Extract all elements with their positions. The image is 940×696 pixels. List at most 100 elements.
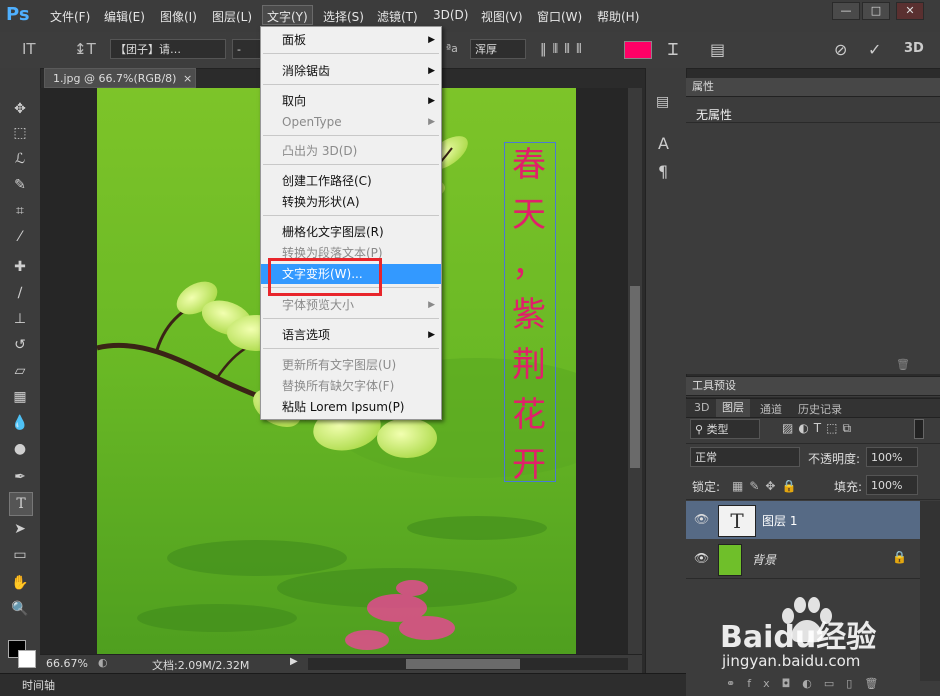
opacity-label: 不透明度: — [808, 452, 861, 466]
minimize-button[interactable]: — — [832, 2, 860, 20]
menu-type[interactable]: 文字(Y) — [262, 5, 313, 25]
tool-presets-tab[interactable]: 工具预设 — [686, 377, 940, 396]
menu-item-paste-lorem-ipsum[interactable]: 粘贴 Lorem Ipsum(P) — [261, 397, 441, 417]
status-info-icon[interactable]: ◐ — [98, 656, 108, 669]
warp-text-icon[interactable]: Ꮖ — [668, 40, 679, 60]
blur-tool-icon[interactable]: 💧 — [9, 412, 31, 434]
tab-channels[interactable]: 通道 — [760, 401, 782, 417]
history-panel-icon[interactable]: ▤ — [656, 94, 669, 110]
crop-tool-icon[interactable]: ⌗ — [9, 200, 31, 222]
lock-icons[interactable]: ▦✎✥🔒 — [732, 479, 802, 493]
move-tool-icon[interactable]: ✥ — [9, 98, 31, 120]
character-panel-icon[interactable]: ▤ — [710, 40, 725, 59]
photoshop-logo: Ps — [6, 4, 30, 25]
menu-edit[interactable]: 编辑(E) — [104, 8, 145, 25]
divider — [686, 499, 940, 500]
menu-item-font-preview-size[interactable]: 字体预览大小 ▶ — [261, 295, 441, 315]
gradient-tool-icon[interactable]: ▦ — [9, 386, 31, 408]
pen-tool-icon[interactable]: ✒ — [9, 466, 31, 488]
background-color-swatch[interactable] — [18, 650, 36, 668]
menu-file[interactable]: 文件(F) — [50, 8, 90, 25]
toggle-orientation-icon[interactable]: ↨T — [74, 40, 96, 58]
menu-item-replace-missing-fonts[interactable]: 替换所有缺欠字体(F) — [261, 376, 441, 396]
zoom-level[interactable]: 66.67% — [46, 657, 88, 670]
hand-tool-icon[interactable]: ✋ — [9, 572, 31, 594]
menu-select[interactable]: 选择(S) — [323, 8, 364, 25]
tools-panel: ✥ ⬚ ℒ ✎ ⌗ ⁄ ✚ ∕ ⊥ ↺ ▱ ▦ 💧 ● ✒ T ➤ ▭ ✋ 🔍 … — [0, 68, 41, 695]
filter-toggle[interactable] — [914, 419, 924, 439]
blend-mode-select[interactable]: 正常 — [690, 447, 800, 467]
brush-tool-icon[interactable]: ∕ — [9, 282, 31, 304]
menu-layer[interactable]: 图层(L) — [212, 8, 252, 25]
menu-item-antialias[interactable]: 消除锯齿 ▶ — [261, 61, 441, 81]
layer-row-background[interactable]: 👁 背景 🔒 — [686, 540, 920, 579]
character-panel-icon[interactable]: A — [658, 134, 669, 153]
type-menu-dropdown: 面板 ▶ 消除锯齿 ▶ 取向 ▶ OpenType ▶ 凸出为 3D(D) 创建工作路径… — [260, 26, 442, 420]
menu-help[interactable]: 帮助(H) — [597, 8, 639, 25]
3d-mode-icon[interactable]: 3D — [904, 41, 924, 56]
close-window-button[interactable]: ✕ — [896, 2, 924, 20]
commit-icon[interactable]: ✓ — [868, 40, 881, 59]
menu-image[interactable]: 图像(I) — [160, 8, 197, 25]
tab-history[interactable]: 历史记录 — [798, 401, 842, 417]
type-tool-preset-icon[interactable]: ⅠT — [22, 40, 36, 58]
menu-item-rasterize-type[interactable]: 栅格化文字图层(R) — [261, 222, 441, 242]
layer-filter-icons[interactable]: ▨◐T⬚⧉ — [782, 421, 856, 436]
paragraph-panel-icon[interactable]: ¶ — [658, 162, 668, 181]
marquee-tool-icon[interactable]: ⬚ — [9, 122, 31, 144]
lasso-tool-icon[interactable]: ℒ — [9, 148, 31, 170]
menu-separator — [263, 164, 439, 165]
opacity-field[interactable]: 100% — [866, 447, 918, 467]
menu-item-extrude-3d[interactable]: 凸出为 3D(D) — [261, 141, 441, 161]
document-close-icon[interactable]: × — [183, 69, 192, 89]
status-menu-arrow-icon[interactable]: ▶ — [290, 656, 298, 667]
font-family-select[interactable]: 【团子】请… — [110, 39, 226, 59]
tab-layers[interactable]: 图层 — [716, 399, 750, 417]
menu-window[interactable]: 窗口(W) — [537, 8, 582, 25]
menu-item-orientation[interactable]: 取向 ▶ — [261, 91, 441, 111]
timeline-tab[interactable]: 时间轴 — [22, 677, 55, 693]
layer-bottom-icons[interactable]: ⚭fx◘◐▭▯🗑 — [726, 677, 890, 690]
align-text-icons[interactable]: ‖⦀⦀⦀ — [540, 42, 622, 58]
dodge-tool-icon[interactable]: ● — [9, 438, 31, 460]
layer-row-text[interactable]: 👁 T 图层 1 — [686, 501, 920, 539]
font-style-select[interactable]: - — [232, 39, 262, 59]
path-select-icon[interactable]: ➤ — [9, 518, 31, 540]
visibility-eye-icon[interactable]: 👁 — [694, 512, 709, 526]
trash-icon[interactable]: 🗑 — [896, 358, 910, 371]
menu-filter[interactable]: 滤镜(T) — [377, 8, 418, 25]
horizontal-scroll-thumb[interactable] — [406, 659, 520, 669]
layers-tab-row: 3D 图层 通道 历史记录 — [686, 399, 940, 418]
antialias-select[interactable]: 浑厚 — [470, 39, 526, 59]
tab-3d[interactable]: 3D — [694, 401, 709, 414]
watermark-url: jingyan.baidu.com — [722, 652, 861, 670]
eraser-tool-icon[interactable]: ▱ — [9, 360, 31, 382]
properties-tab[interactable]: 属性 — [686, 78, 940, 97]
canvas-char-6: 花 — [512, 395, 546, 435]
maximize-button[interactable]: □ — [862, 2, 890, 20]
layer-filter-select[interactable]: ⚲ 类型 — [690, 419, 760, 439]
menu-item-opentype[interactable]: OpenType ▶ — [261, 112, 441, 132]
menu-3d[interactable]: 3D(D) — [433, 8, 468, 22]
vertical-scroll-thumb[interactable] — [630, 286, 640, 468]
fill-field[interactable]: 100% — [866, 475, 918, 495]
baidu-watermark: Baidu经验 jingyan.baidu.com — [720, 594, 938, 674]
document-tab[interactable]: 1.jpg @ 66.7%(RGB/8) × — [44, 68, 196, 88]
menu-item-panels[interactable]: 面板 ▶ — [261, 30, 441, 50]
menu-view[interactable]: 视图(V) — [481, 8, 523, 25]
quick-select-tool-icon[interactable]: ✎ — [9, 174, 31, 196]
healing-brush-icon[interactable]: ✚ — [9, 256, 31, 278]
zoom-tool-icon[interactable]: 🔍 — [9, 598, 31, 620]
history-brush-icon[interactable]: ↺ — [9, 334, 31, 356]
rectangle-tool-icon[interactable]: ▭ — [9, 544, 31, 566]
menu-item-update-all-text[interactable]: 更新所有文字图层(U) — [261, 355, 441, 375]
menu-item-create-work-path[interactable]: 创建工作路径(C) — [261, 171, 441, 191]
text-color-swatch[interactable] — [624, 41, 652, 59]
menu-item-convert-to-shape[interactable]: 转换为形状(A) — [261, 192, 441, 212]
eyedropper-tool-icon[interactable]: ⁄ — [9, 226, 31, 248]
visibility-eye-icon[interactable]: 👁 — [694, 551, 709, 565]
menu-item-language-options[interactable]: 语言选项 ▶ — [261, 325, 441, 345]
clone-stamp-icon[interactable]: ⊥ — [9, 308, 31, 330]
cancel-icon[interactable]: ⊘ — [834, 40, 847, 59]
type-tool-icon[interactable]: T — [9, 492, 33, 516]
